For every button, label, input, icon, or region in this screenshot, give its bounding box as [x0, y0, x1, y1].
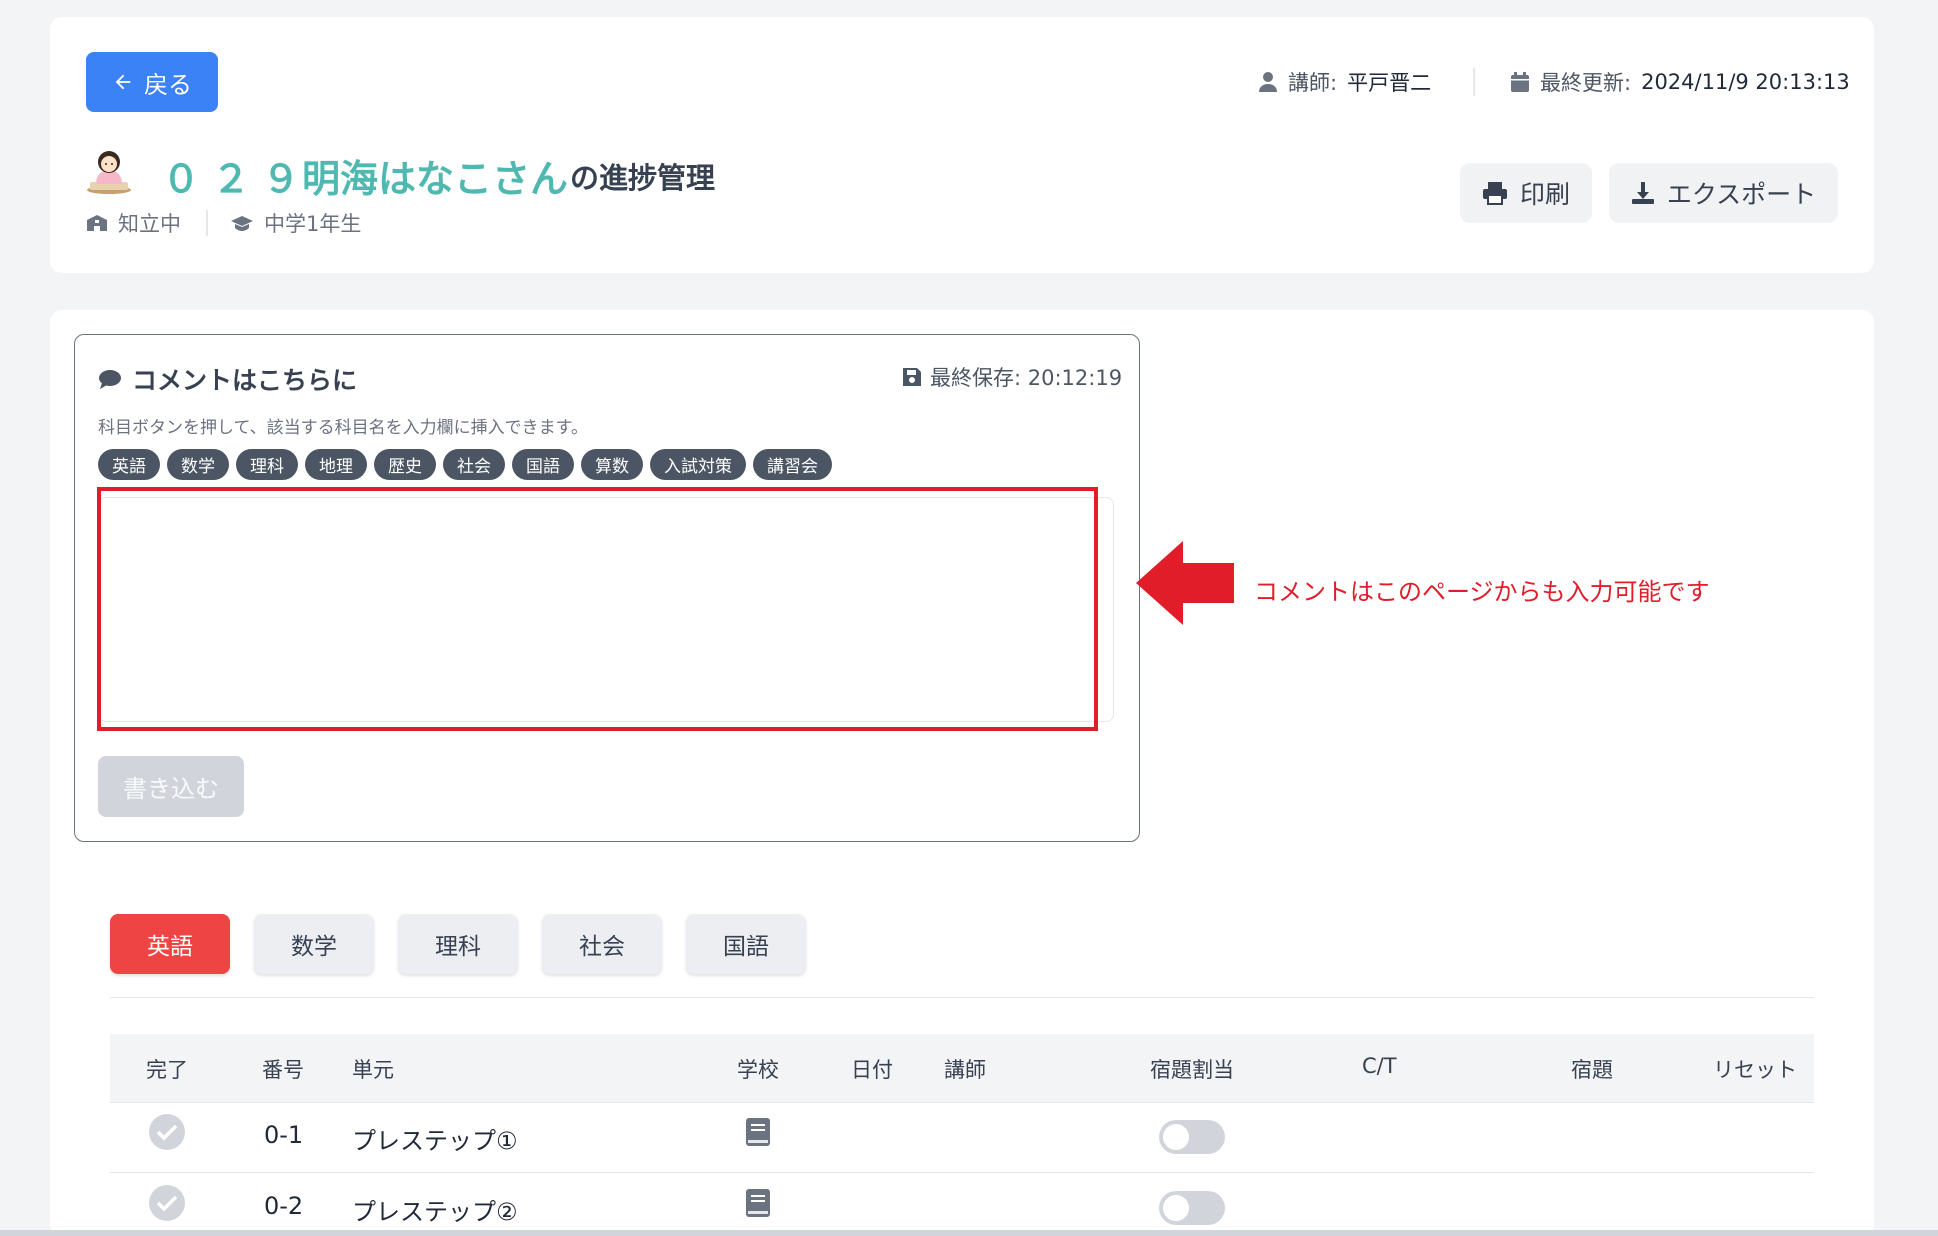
instructor-name: 平戸晋二 — [1347, 71, 1432, 95]
back-button-label: 戻る — [144, 70, 192, 99]
save-icon — [903, 368, 921, 386]
row-unit: プレステップ② — [352, 1198, 518, 1226]
subject-chip[interactable]: 理科 — [236, 449, 298, 480]
instructor-label: 講師: — [1288, 71, 1338, 95]
book-icon[interactable] — [745, 1117, 771, 1147]
school-name: 知立中 — [118, 212, 181, 236]
column-header-instructor: 講師 — [944, 1058, 986, 1082]
subject-chip[interactable]: 数学 — [167, 449, 229, 480]
calendar-icon — [1511, 72, 1529, 92]
grade-name: 中学1年生 — [264, 212, 362, 236]
column-header-unit: 単元 — [352, 1058, 394, 1082]
divider — [110, 1172, 1814, 1173]
export-button[interactable]: エクスポート — [1609, 163, 1838, 223]
speech-bubble-icon — [99, 370, 121, 389]
subject-chip[interactable]: 国語 — [512, 449, 574, 480]
instructor-info: 講師: 平戸晋二 — [1258, 64, 1431, 100]
student-number: ０２９ — [162, 157, 313, 201]
divider — [206, 210, 208, 236]
export-label: エクスポート — [1666, 180, 1817, 209]
column-header-ct: C/T — [1362, 1054, 1397, 1078]
subject-chip[interactable]: 入試対策 — [650, 449, 746, 480]
student-name: 明海はなこさん — [302, 157, 569, 201]
divider — [110, 997, 1814, 998]
download-icon — [1631, 182, 1654, 204]
tab-english[interactable]: 英語 — [110, 914, 230, 974]
column-header-school: 学校 — [737, 1058, 779, 1082]
annotation-arrow-icon — [1136, 541, 1234, 625]
last-saved-info: 最終保存: 20:12:19 — [902, 362, 1122, 392]
subject-chip[interactable]: 英語 — [98, 449, 160, 480]
row-number: 0-1 — [264, 1121, 304, 1149]
complete-check-icon[interactable] — [149, 1114, 185, 1150]
comment-title: コメントはこちらに — [98, 361, 357, 397]
comment-input[interactable] — [98, 497, 1114, 722]
column-header-homework-assign: 宿題割当 — [1150, 1058, 1234, 1082]
tab-japanese[interactable]: 国語 — [686, 914, 806, 974]
row-unit: プレステップ① — [352, 1127, 518, 1155]
complete-check-icon[interactable] — [149, 1185, 185, 1221]
school-icon — [87, 215, 107, 231]
graduation-cap-icon — [231, 216, 253, 231]
write-button[interactable]: 書き込む — [98, 756, 244, 817]
homework-assign-toggle[interactable] — [1159, 1120, 1225, 1154]
divider — [1473, 68, 1475, 96]
book-icon[interactable] — [745, 1188, 771, 1218]
subject-chip-row: 英語 数学 理科 地理 歴史 社会 国語 算数 入試対策 講習会 — [98, 449, 832, 480]
last-saved-text: 最終保存: 20:12:19 — [930, 366, 1123, 390]
subject-chip[interactable]: 歴史 — [374, 449, 436, 480]
last-updated-value: 2024/11/9 20:13:13 — [1641, 70, 1850, 94]
school-info: 知立中 — [86, 208, 181, 238]
column-header-homework: 宿題 — [1571, 1058, 1613, 1082]
page-title-suffix: の進捗管理 — [570, 161, 716, 195]
tab-social[interactable]: 社会 — [542, 914, 662, 974]
tab-science[interactable]: 理科 — [398, 914, 518, 974]
subject-chip[interactable]: 算数 — [581, 449, 643, 480]
printer-icon — [1482, 182, 1507, 205]
last-updated-label: 最終更新: — [1540, 71, 1632, 95]
column-header-done: 完了 — [146, 1058, 188, 1082]
tab-math[interactable]: 数学 — [254, 914, 374, 974]
comment-title-text: コメントはこちらに — [132, 366, 358, 395]
back-button[interactable]: 戻る — [86, 52, 218, 112]
column-header-date: 日付 — [851, 1058, 893, 1082]
scrollbar-track[interactable] — [0, 1230, 1938, 1236]
last-updated-info: 最終更新: 2024/11/9 20:13:13 — [1510, 64, 1850, 100]
annotation-text: コメントはこのページからも入力可能です — [1254, 578, 1710, 606]
row-number: 0-2 — [264, 1192, 304, 1220]
grade-info: 中学1年生 — [230, 208, 361, 238]
homework-assign-toggle[interactable] — [1159, 1191, 1225, 1225]
print-label: 印刷 — [1519, 180, 1570, 209]
print-button[interactable]: 印刷 — [1460, 163, 1592, 223]
student-icon — [87, 151, 131, 194]
comment-hint: 科目ボタンを押して、該当する科目名を入力欄に挿入できます。 — [98, 418, 588, 438]
divider — [110, 1102, 1814, 1103]
column-header-number: 番号 — [262, 1058, 304, 1082]
subject-chip[interactable]: 講習会 — [753, 449, 832, 480]
subject-chip[interactable]: 社会 — [443, 449, 505, 480]
subject-chip[interactable]: 地理 — [305, 449, 367, 480]
user-icon — [1259, 72, 1277, 92]
arrow-left-icon — [115, 74, 131, 90]
column-header-reset: リセット — [1713, 1058, 1797, 1082]
